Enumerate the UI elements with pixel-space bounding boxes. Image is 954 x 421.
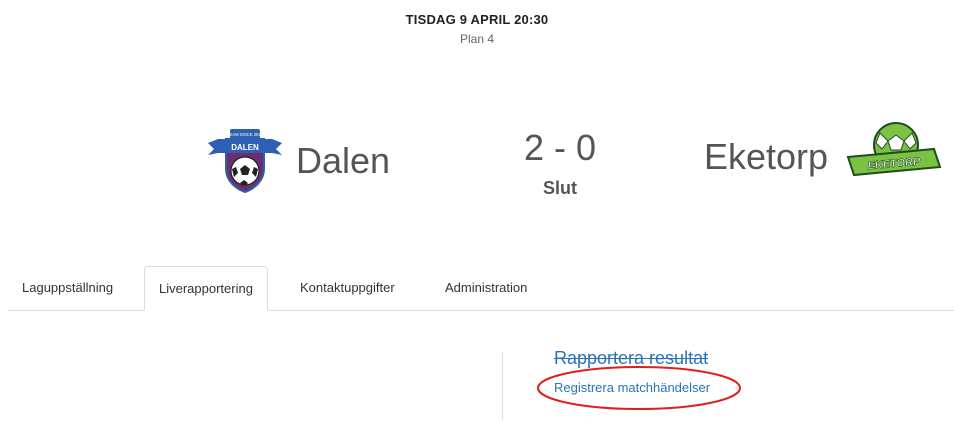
logo-top-text: TEAM SINCE 2018 bbox=[227, 132, 264, 137]
tab-laguppstallning[interactable]: Laguppställning bbox=[8, 266, 127, 310]
match-tabs: Laguppställning Liverapportering Kontakt… bbox=[8, 266, 954, 311]
tab-administration[interactable]: Administration bbox=[431, 266, 541, 310]
eketorp-club-crest-icon: EKETORP bbox=[846, 122, 942, 177]
dalen-club-crest-icon: TEAM SINCE 2018 DALEN bbox=[208, 129, 282, 193]
away-team-name: Eketorp bbox=[704, 136, 829, 177]
match-status: Slut bbox=[543, 178, 577, 198]
logo-banner-text: DALEN bbox=[231, 143, 259, 152]
score-box: 2 - 0 Slut bbox=[480, 128, 640, 199]
report-result-link[interactable]: Rapportera resultat bbox=[554, 348, 708, 369]
match-plan: Plan 4 bbox=[459, 32, 495, 46]
panel-divider bbox=[502, 352, 503, 420]
tab-kontaktuppgifter[interactable]: Kontaktuppgifter bbox=[286, 266, 409, 310]
match-date: TISDAG 9 APRIL 20:30 bbox=[405, 12, 549, 27]
home-team[interactable]: TEAM SINCE 2018 DALEN Dalen bbox=[208, 125, 390, 193]
away-team[interactable]: Eketorp EKETORP bbox=[704, 118, 942, 186]
tab-liverapportering[interactable]: Liverapportering bbox=[144, 266, 268, 311]
match-score: 2 - 0 bbox=[523, 127, 597, 168]
register-match-events-link[interactable]: Registrera matchhändelser bbox=[554, 380, 710, 395]
home-team-name: Dalen bbox=[296, 140, 391, 181]
